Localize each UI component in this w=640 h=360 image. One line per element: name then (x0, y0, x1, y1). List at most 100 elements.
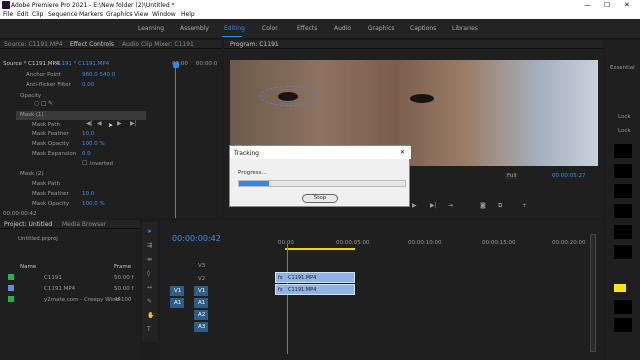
menu-edit[interactable]: Edit (17, 11, 29, 18)
menu-markers[interactable]: Markers (79, 11, 103, 18)
track-v3[interactable]: V3 (198, 263, 205, 269)
clip-v2[interactable]: fx C1191.MP4 (275, 272, 355, 283)
compare-icon[interactable]: ⧉ (498, 202, 502, 210)
ec-playhead[interactable] (175, 68, 176, 218)
track-back-one-icon[interactable]: ◀ (97, 120, 102, 127)
hand-tool-icon[interactable]: ✋ (147, 312, 154, 319)
track-forward-one-icon[interactable]: ▶ (117, 120, 122, 127)
thumb-8[interactable] (614, 318, 632, 332)
menu-graphics[interactable]: Graphics (106, 11, 133, 18)
workspace-color[interactable]: Color (262, 25, 278, 32)
export-frame-icon[interactable]: ◙ (480, 202, 486, 209)
project-item-name-1[interactable]: C1191 (44, 275, 62, 281)
param-anchor-point-value[interactable]: 960.0 540.0 (82, 72, 115, 78)
source-v1-label[interactable]: V1 (174, 288, 181, 294)
type-tool-icon[interactable]: T (147, 326, 151, 333)
menu-help[interactable]: Help (181, 11, 195, 18)
param-mask-opacity-value[interactable]: 100.0 % (82, 141, 105, 147)
param-mask-opacity-2-value[interactable]: 100.0 % (82, 201, 105, 207)
track-select-icon[interactable]: ⇶ (147, 242, 152, 249)
inverted-label: Inverted (90, 161, 114, 167)
play-icon[interactable]: ▶ (412, 202, 417, 209)
pen-tool-icon[interactable]: ✎ (147, 298, 152, 305)
source-a1-label[interactable]: A1 (174, 300, 181, 306)
workspace-editing[interactable]: Editing (224, 25, 245, 32)
clip-link[interactable]: C1191 * C1191.MP4 (54, 61, 109, 67)
param-anti-flicker-value[interactable]: 0.00 (82, 82, 94, 88)
lift-icon[interactable]: ⇥ (448, 202, 453, 209)
track-backward-icon[interactable]: ◀| (86, 120, 93, 127)
step-forward-icon[interactable]: ▶| (430, 202, 437, 209)
lock-label-1[interactable]: Lock (618, 114, 631, 120)
fit-dropdown[interactable]: Full (505, 173, 519, 179)
ellipse-mask-icon[interactable]: ○ (34, 100, 39, 107)
slip-tool-icon[interactable]: ↔ (147, 284, 152, 291)
param-mask-path-2: Mask Path (32, 181, 60, 187)
pen-mask-icon[interactable]: ✎ (48, 100, 53, 107)
workspace-audio[interactable]: Audio (334, 25, 351, 32)
param-mask-feather-2-value[interactable]: 10.0 (82, 191, 94, 197)
clip-v2-fx-badge: fx (278, 275, 283, 281)
audio-meter (590, 234, 596, 352)
col-name[interactable]: Name (20, 264, 36, 270)
workspace-assembly[interactable]: Assembly (180, 25, 209, 32)
workspace-libraries[interactable]: Libraries (452, 25, 478, 32)
timeline-panel: 00:00:00:42 00:00 00:00:05:00 00:00:10:0… (160, 220, 604, 360)
track-forward-icon[interactable]: ▶| (130, 120, 137, 127)
selection-tool-icon[interactable]: ➤ (147, 228, 152, 235)
thumb-yellow[interactable] (614, 284, 626, 292)
col-frame[interactable]: Frame (114, 264, 131, 270)
clip-v1[interactable]: fx C1191.MP4 (275, 284, 355, 295)
menu-sequence[interactable]: Sequence (48, 11, 78, 18)
tab-audio-clip-mixer[interactable]: Audio Clip Mixer: C1191 (122, 41, 194, 48)
workspace-graphics[interactable]: Graphics (368, 25, 395, 32)
menu-view[interactable]: View (134, 11, 148, 18)
thumb-1[interactable] (614, 144, 632, 158)
track-v1[interactable]: V1 (198, 288, 205, 294)
inverted-checkbox[interactable]: ☐ (82, 160, 87, 167)
track-v2[interactable]: V2 (198, 276, 205, 282)
work-area-bar[interactable] (285, 248, 355, 250)
workspace-learning[interactable]: Learning (138, 25, 164, 32)
lock-label-2[interactable]: Lock (618, 128, 631, 134)
track-a3[interactable]: A3 (198, 324, 205, 330)
rect-mask-icon[interactable]: □ (41, 100, 47, 107)
razor-tool-icon[interactable]: ◊ (147, 270, 150, 277)
thumb-6[interactable] (614, 245, 632, 259)
thumb-5[interactable] (614, 225, 632, 239)
param-mask-feather-value[interactable]: 10.0 (82, 131, 94, 137)
timeline-playhead[interactable] (287, 244, 288, 354)
ec-playhead-handle[interactable] (173, 62, 179, 68)
project-item-name-3[interactable]: y2mate.com - Creepy Wind (44, 297, 119, 303)
essential-tab[interactable]: Essential (610, 65, 635, 71)
workspace-effects[interactable]: Effects (297, 25, 317, 32)
track-a1[interactable]: A1 (198, 300, 205, 306)
tab-program[interactable]: Program: C1191 (230, 41, 279, 48)
close-button[interactable]: ✕ (624, 1, 630, 9)
workspace-captions[interactable]: Captions (410, 25, 436, 32)
menu-window[interactable]: Window (152, 11, 176, 18)
thumb-4[interactable] (614, 204, 632, 218)
tab-effect-controls[interactable]: Effect Controls (70, 41, 114, 48)
menu-clip[interactable]: Clip (32, 11, 43, 18)
tab-source[interactable]: Source: C1191.MP4 (4, 41, 63, 48)
clip-v1-label: C1191.MP4 (288, 287, 317, 293)
project-item-name-2[interactable]: C1191.MP4 (44, 286, 75, 292)
mask-2-label[interactable]: Mask (2) (20, 171, 44, 177)
thumb-2[interactable] (614, 164, 632, 178)
add-icon[interactable]: + (522, 202, 527, 209)
ripple-edit-icon[interactable]: ⇹ (147, 256, 152, 263)
dialog-close-icon[interactable]: ✕ (400, 149, 405, 156)
essential-panel: Essential Lock Lock (606, 40, 640, 360)
stop-button[interactable]: Stop (302, 194, 338, 203)
maximize-button[interactable]: ☐ (604, 1, 610, 9)
clip-v2-label: C1191.MP4 (288, 275, 317, 281)
thumb-7[interactable] (614, 300, 632, 314)
minimize-button[interactable]: — (584, 1, 591, 9)
track-a2[interactable]: A2 (198, 312, 205, 318)
param-mask-expansion-value[interactable]: 0.0 (82, 151, 91, 157)
tab-project[interactable]: Project: Untitled (4, 221, 52, 228)
tab-media-browser[interactable]: Media Browser (62, 221, 106, 228)
menu-file[interactable]: File (3, 11, 13, 18)
thumb-3[interactable] (614, 184, 632, 198)
